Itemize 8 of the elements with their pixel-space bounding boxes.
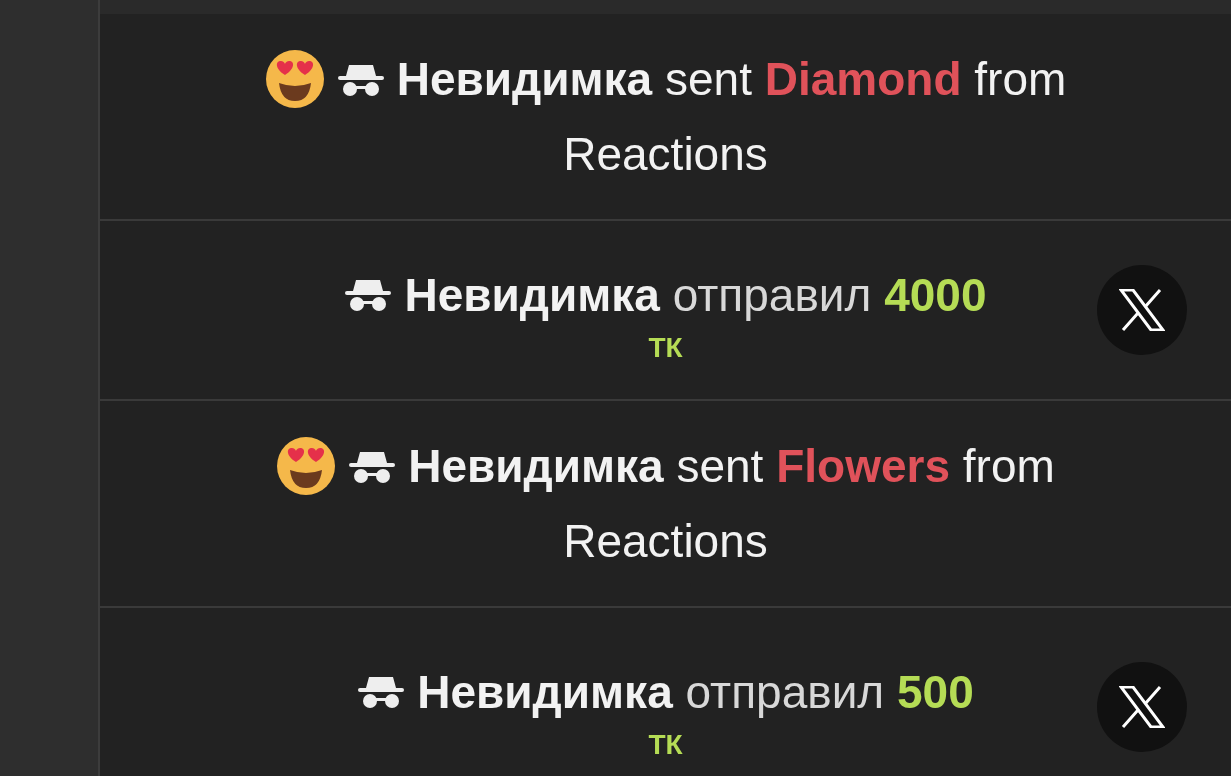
message-text: Невидимка sent Diamond from Reactions: [396, 53, 1067, 180]
currency-label: ТК: [648, 332, 683, 363]
message-text: Невидимка отправил 4000: [404, 268, 987, 321]
currency-label: ТК: [648, 729, 683, 760]
message-text: Невидимка sent Flowers from Reactions: [408, 440, 1055, 567]
x-logo-icon: [1119, 686, 1165, 728]
message-text: Невидимка отправил 500: [417, 665, 974, 718]
x-logo-icon: [1119, 289, 1165, 331]
